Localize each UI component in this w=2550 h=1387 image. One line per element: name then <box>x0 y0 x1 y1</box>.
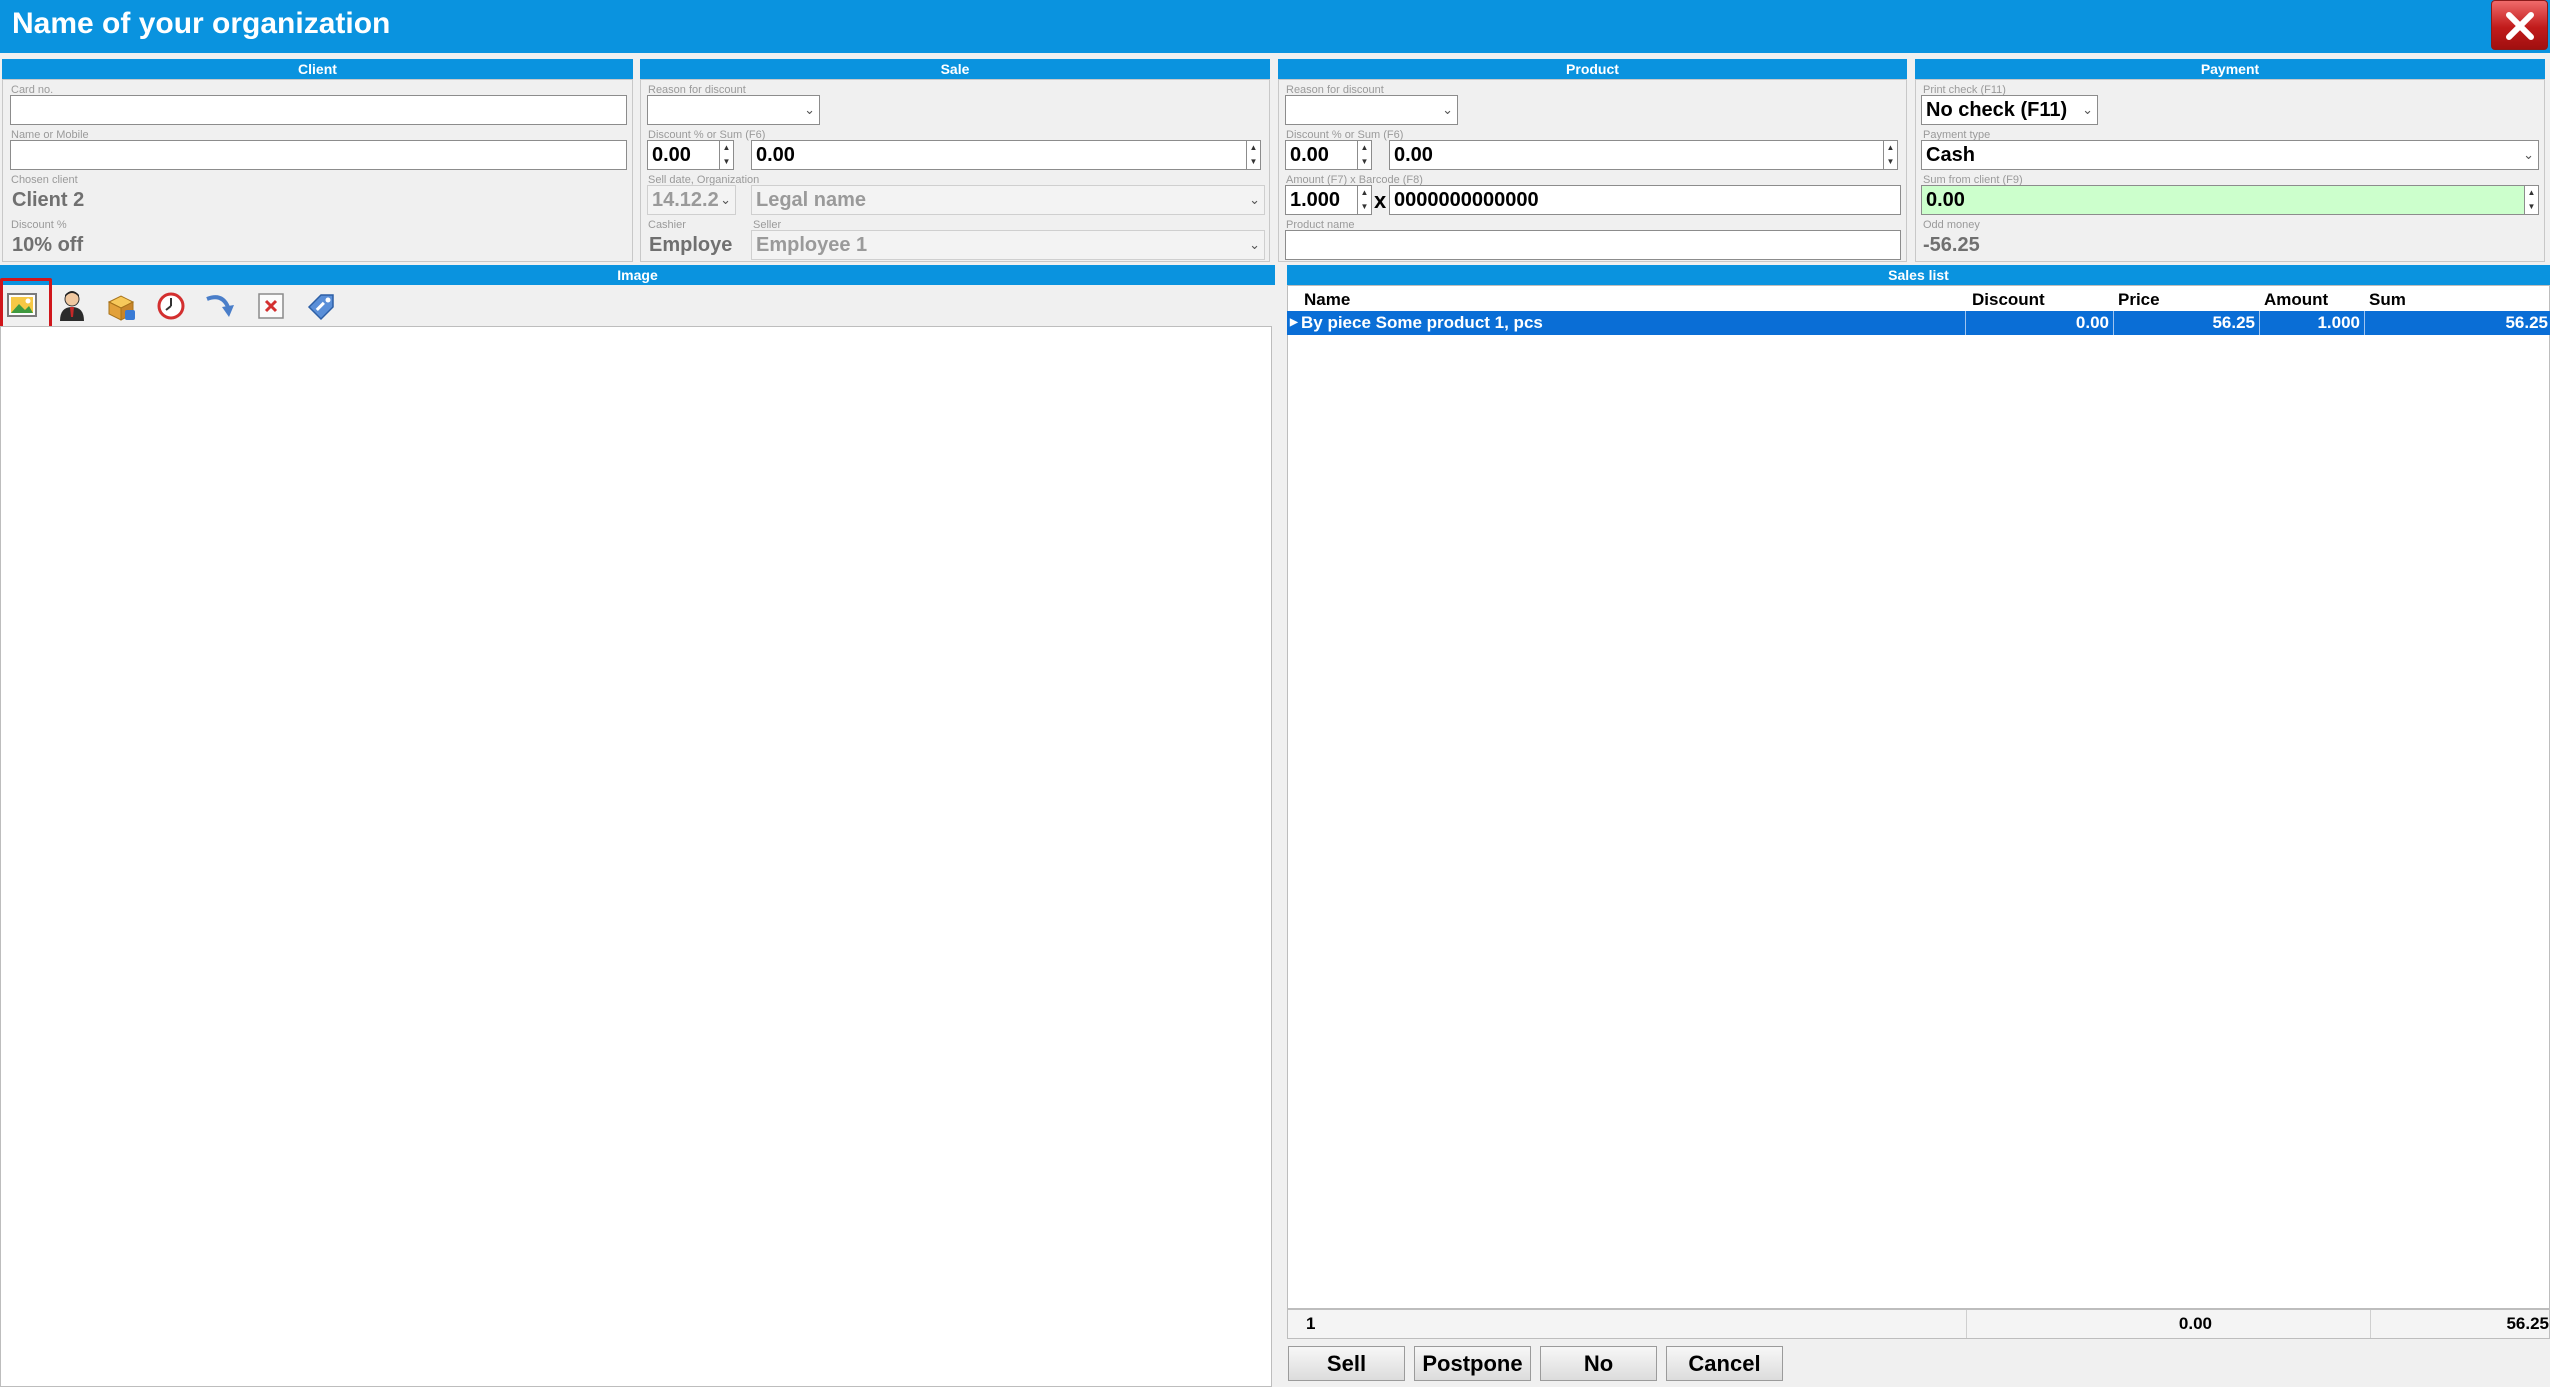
client-header: Client <box>2 59 633 79</box>
product-discount-spinner[interactable]: ▲ ▼ <box>1357 140 1372 170</box>
chevron-down-icon: ⌄ <box>804 102 815 117</box>
seller-value: Employee 1 <box>756 234 868 256</box>
sales-list-table[interactable]: Name Discount Price Amount Sum <box>1287 285 2550 1309</box>
discount-tag-icon <box>307 294 334 321</box>
chevron-down-icon: ⌄ <box>2082 102 2093 117</box>
footer-sum-total: 56.25 <box>2506 1314 2549 1333</box>
chosen-client-label: Chosen client <box>11 174 78 186</box>
sale-discount-sum-spinner[interactable]: ▲ ▼ <box>1246 140 1261 170</box>
chevron-down-icon: ⌄ <box>1442 102 1453 117</box>
sale-discount-sum-input[interactable]: 0.00 <box>751 140 1256 170</box>
client-panel: Card no. Name or Mobile Chosen client Cl… <box>2 79 633 262</box>
footer-count: 1 <box>1306 1314 1316 1333</box>
product-name-input[interactable] <box>1285 230 1901 260</box>
chosen-client-value: Client 2 <box>12 189 85 211</box>
column-header-price[interactable]: Price <box>2118 289 2160 311</box>
close-icon <box>2506 12 2534 40</box>
client-discount-value: 10% off <box>12 234 84 256</box>
client-discount-label: Discount % <box>11 219 67 231</box>
chevron-down-icon: ⌄ <box>1249 237 1260 252</box>
product-panel: Reason for discount ⌄ Discount % or Sum … <box>1278 79 1907 262</box>
footer-discount-total: 0.00 <box>2178 1314 2212 1333</box>
payment-type-value: Cash <box>1926 144 1975 166</box>
sale-panel: Reason for discount ⌄ Discount % or Sum … <box>640 79 1270 262</box>
sell-date-value: 14.12.2 <box>652 189 719 211</box>
product-discount-pct-input[interactable]: 0.00 <box>1285 140 1365 170</box>
sum-from-client-spinner[interactable]: ▲ ▼ <box>2524 185 2539 215</box>
row-price-cell[interactable]: 56.25 <box>2113 311 2259 335</box>
column-header-sum[interactable]: Sum <box>2369 289 2406 311</box>
return-button[interactable] <box>200 287 240 325</box>
no-button[interactable]: No <box>1540 1346 1657 1381</box>
seller-dropdown[interactable]: Employee 1 ⌄ <box>751 230 1265 260</box>
cashier-value: Employe <box>649 234 733 256</box>
amount-spinner[interactable]: ▲ ▼ <box>1357 185 1372 215</box>
discount-tag-button[interactable] <box>301 287 341 325</box>
toolbar <box>0 285 1275 327</box>
return-arrow-icon <box>206 295 234 317</box>
sale-discount-pct-input[interactable]: 0.00 <box>647 140 727 170</box>
sell-button[interactable]: Sell <box>1288 1346 1405 1381</box>
column-header-name[interactable]: Name <box>1304 289 1350 311</box>
title-bar: Name of your organization <box>0 0 2550 53</box>
clock-icon <box>157 292 185 320</box>
row-discount-cell[interactable]: 0.00 <box>1965 311 2113 335</box>
image-area <box>0 326 1272 1387</box>
image-header: Image <box>0 265 1275 285</box>
cashier-label: Cashier <box>648 219 686 231</box>
row-sum-cell[interactable]: 56.25 <box>2364 311 2550 335</box>
product-discount-sum-spinner[interactable]: ▲ ▼ <box>1883 140 1898 170</box>
sales-list-header: Sales list <box>1287 265 2550 285</box>
barcode-input[interactable]: 0000000000000 <box>1389 185 1901 215</box>
organization-value: Legal name <box>756 189 867 211</box>
postpone-button[interactable]: Postpone <box>1414 1346 1531 1381</box>
sell-date-dropdown[interactable]: 14.12.2 ⌄ <box>647 185 736 215</box>
name-mobile-input[interactable] <box>10 140 627 170</box>
delete-icon <box>258 293 284 319</box>
column-header-amount[interactable]: Amount <box>2264 289 2328 311</box>
column-header-discount[interactable]: Discount <box>1972 289 2045 311</box>
card-no-input[interactable] <box>10 95 627 125</box>
product-reason-dropdown[interactable]: ⌄ <box>1285 95 1458 125</box>
delete-row-button[interactable] <box>251 287 291 325</box>
history-button[interactable] <box>151 287 191 325</box>
chevron-down-icon: ⌄ <box>1249 192 1260 207</box>
close-button[interactable] <box>2491 0 2548 50</box>
window-title: Name of your organization <box>12 7 391 40</box>
row-amount-cell[interactable]: 1.000 <box>2259 311 2364 335</box>
sales-list-footer: 1 0.00 56.25 <box>1287 1309 2550 1339</box>
sale-reason-dropdown[interactable]: ⌄ <box>647 95 820 125</box>
sale-discount-spinner[interactable]: ▲ ▼ <box>719 140 734 170</box>
client-button[interactable] <box>52 287 92 325</box>
payment-panel: Print check (F11) No check (F11) ⌄ Payme… <box>1915 79 2545 262</box>
sum-from-client-input[interactable]: 0.00 <box>1921 185 2526 215</box>
multiply-sign: x <box>1374 188 1387 213</box>
odd-money-value: -56.25 <box>1923 234 1980 256</box>
odd-money-label: Odd money <box>1923 219 1980 231</box>
organization-dropdown[interactable]: Legal name ⌄ <box>751 185 1265 215</box>
payment-type-dropdown[interactable]: Cash ⌄ <box>1921 140 2539 170</box>
pos-window: Name of your organization Client Sale Pr… <box>0 0 2550 1387</box>
products-box-icon <box>107 295 135 321</box>
row-name-cell[interactable]: By piece Some product 1, pcs <box>1301 311 1543 335</box>
print-check-dropdown[interactable]: No check (F11) ⌄ <box>1921 95 2098 125</box>
table-row[interactable]: ▶ By piece Some product 1, pcs 0.00 56.2… <box>1287 311 2550 335</box>
chevron-down-icon: ⌄ <box>720 192 731 207</box>
amount-input[interactable]: 1.000 <box>1285 185 1365 215</box>
payment-header: Payment <box>1915 59 2545 79</box>
row-pointer-icon: ▶ <box>1290 317 1298 328</box>
product-header: Product <box>1278 59 1907 79</box>
cancel-button[interactable]: Cancel <box>1666 1346 1783 1381</box>
sale-header: Sale <box>640 59 1270 79</box>
product-discount-sum-input[interactable]: 0.00 <box>1389 140 1893 170</box>
user-icon <box>60 291 84 321</box>
print-check-value: No check (F11) <box>1926 99 2068 121</box>
products-button[interactable] <box>101 287 141 325</box>
chevron-down-icon: ⌄ <box>2523 147 2534 162</box>
